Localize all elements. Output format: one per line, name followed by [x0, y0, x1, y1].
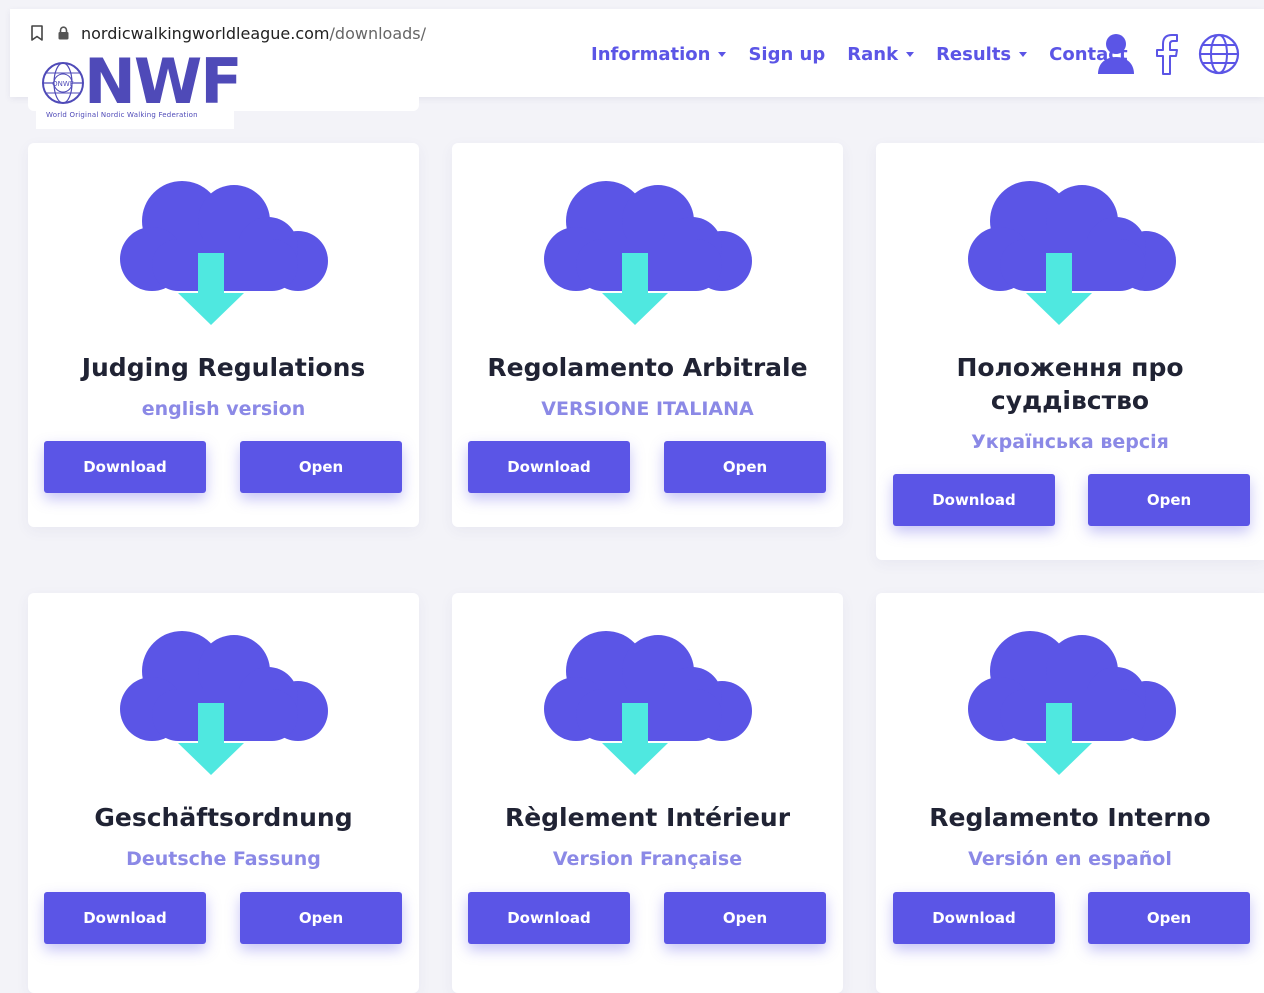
- download-card: Geschäftsordnung Deutsche Fassung Downlo…: [28, 593, 419, 993]
- card-title: Regolamento Arbitrale: [487, 353, 808, 382]
- nav-rank[interactable]: Rank: [847, 43, 915, 65]
- cloud-download-icon: [544, 631, 752, 775]
- globe-logo-icon: ONWF: [42, 62, 84, 104]
- download-button[interactable]: Download: [44, 892, 206, 944]
- url-domain: nordicwalkingworldleague.com: [81, 23, 330, 43]
- url-path: /downloads/: [329, 23, 426, 43]
- open-button[interactable]: Open: [664, 441, 826, 493]
- cloud-download-icon: [968, 631, 1176, 775]
- lock-icon: [58, 26, 69, 40]
- download-card: Reglamento Interno Versión en español Do…: [876, 593, 1264, 993]
- cloud-download-icon: [968, 181, 1176, 325]
- card-subtitle: VERSIONE ITALIANA: [541, 398, 754, 420]
- cloud-download-icon: [120, 181, 328, 325]
- card-subtitle: Українська версія: [971, 431, 1169, 453]
- card-title: Geschäftsordnung: [94, 803, 353, 832]
- card-subtitle: english version: [141, 398, 306, 420]
- caret-down-icon: [906, 51, 915, 57]
- download-button[interactable]: Download: [468, 892, 630, 944]
- bookmark-icon[interactable]: [30, 24, 44, 42]
- nav-information-label: Information: [591, 43, 711, 65]
- card-subtitle: Version Française: [552, 848, 743, 870]
- open-button[interactable]: Open: [1088, 892, 1250, 944]
- address-bar[interactable]: nordicwalkingworldleague.com/downloads/: [30, 18, 500, 48]
- url-text[interactable]: nordicwalkingworldleague.com/downloads/: [81, 24, 426, 43]
- caret-down-icon: [1019, 51, 1028, 57]
- open-button[interactable]: Open: [1088, 474, 1250, 526]
- open-button[interactable]: Open: [664, 892, 826, 944]
- nav-icons: [1096, 32, 1240, 76]
- nav-sign-up-label: Sign up: [748, 43, 826, 65]
- nav-sign-up[interactable]: Sign up: [748, 44, 825, 65]
- card-title: Reglamento Interno: [929, 803, 1211, 832]
- open-button[interactable]: Open: [240, 892, 402, 944]
- nav-results-label: Results: [936, 43, 1012, 65]
- download-button[interactable]: Download: [893, 474, 1055, 526]
- open-button[interactable]: Open: [240, 441, 402, 493]
- card-title: Règlement Intérieur: [504, 803, 791, 832]
- nav-rank-label: Rank: [847, 43, 899, 65]
- site-logo[interactable]: ONWF NWF World Original Nordic Walking F…: [36, 51, 243, 129]
- download-button[interactable]: Download: [468, 441, 630, 493]
- card-subtitle: Versión en español: [968, 848, 1172, 870]
- logo-globe-text: ONWF: [52, 80, 74, 88]
- logo-wordmark: NWF: [84, 45, 243, 118]
- download-card: Regolamento Arbitrale VERSIONE ITALIANA …: [452, 143, 843, 527]
- nav-results[interactable]: Results: [936, 43, 1028, 65]
- main-nav: Information Sign up Rank Results Contact: [591, 36, 1128, 72]
- caret-down-icon: [718, 51, 727, 57]
- logo-tagline: World Original Nordic Walking Federation: [46, 111, 198, 119]
- facebook-icon[interactable]: [1154, 32, 1180, 76]
- card-subtitle: Deutsche Fassung: [126, 848, 321, 870]
- card-title: Judging Regulations: [81, 353, 366, 382]
- download-button[interactable]: Download: [44, 441, 206, 493]
- globe-icon[interactable]: [1198, 33, 1240, 75]
- download-card: Règlement Intérieur Version Française Do…: [452, 593, 843, 993]
- card-title: Положення про суддівство: [956, 353, 1184, 415]
- download-button[interactable]: Download: [893, 892, 1055, 944]
- download-card: Положення про суддівство Українська верс…: [876, 143, 1264, 560]
- cloud-download-icon: [120, 631, 328, 775]
- nav-information[interactable]: Information: [591, 43, 727, 65]
- user-icon[interactable]: [1096, 32, 1136, 76]
- cloud-download-icon: [544, 181, 752, 325]
- download-card: Judging Regulations english version Down…: [28, 143, 419, 527]
